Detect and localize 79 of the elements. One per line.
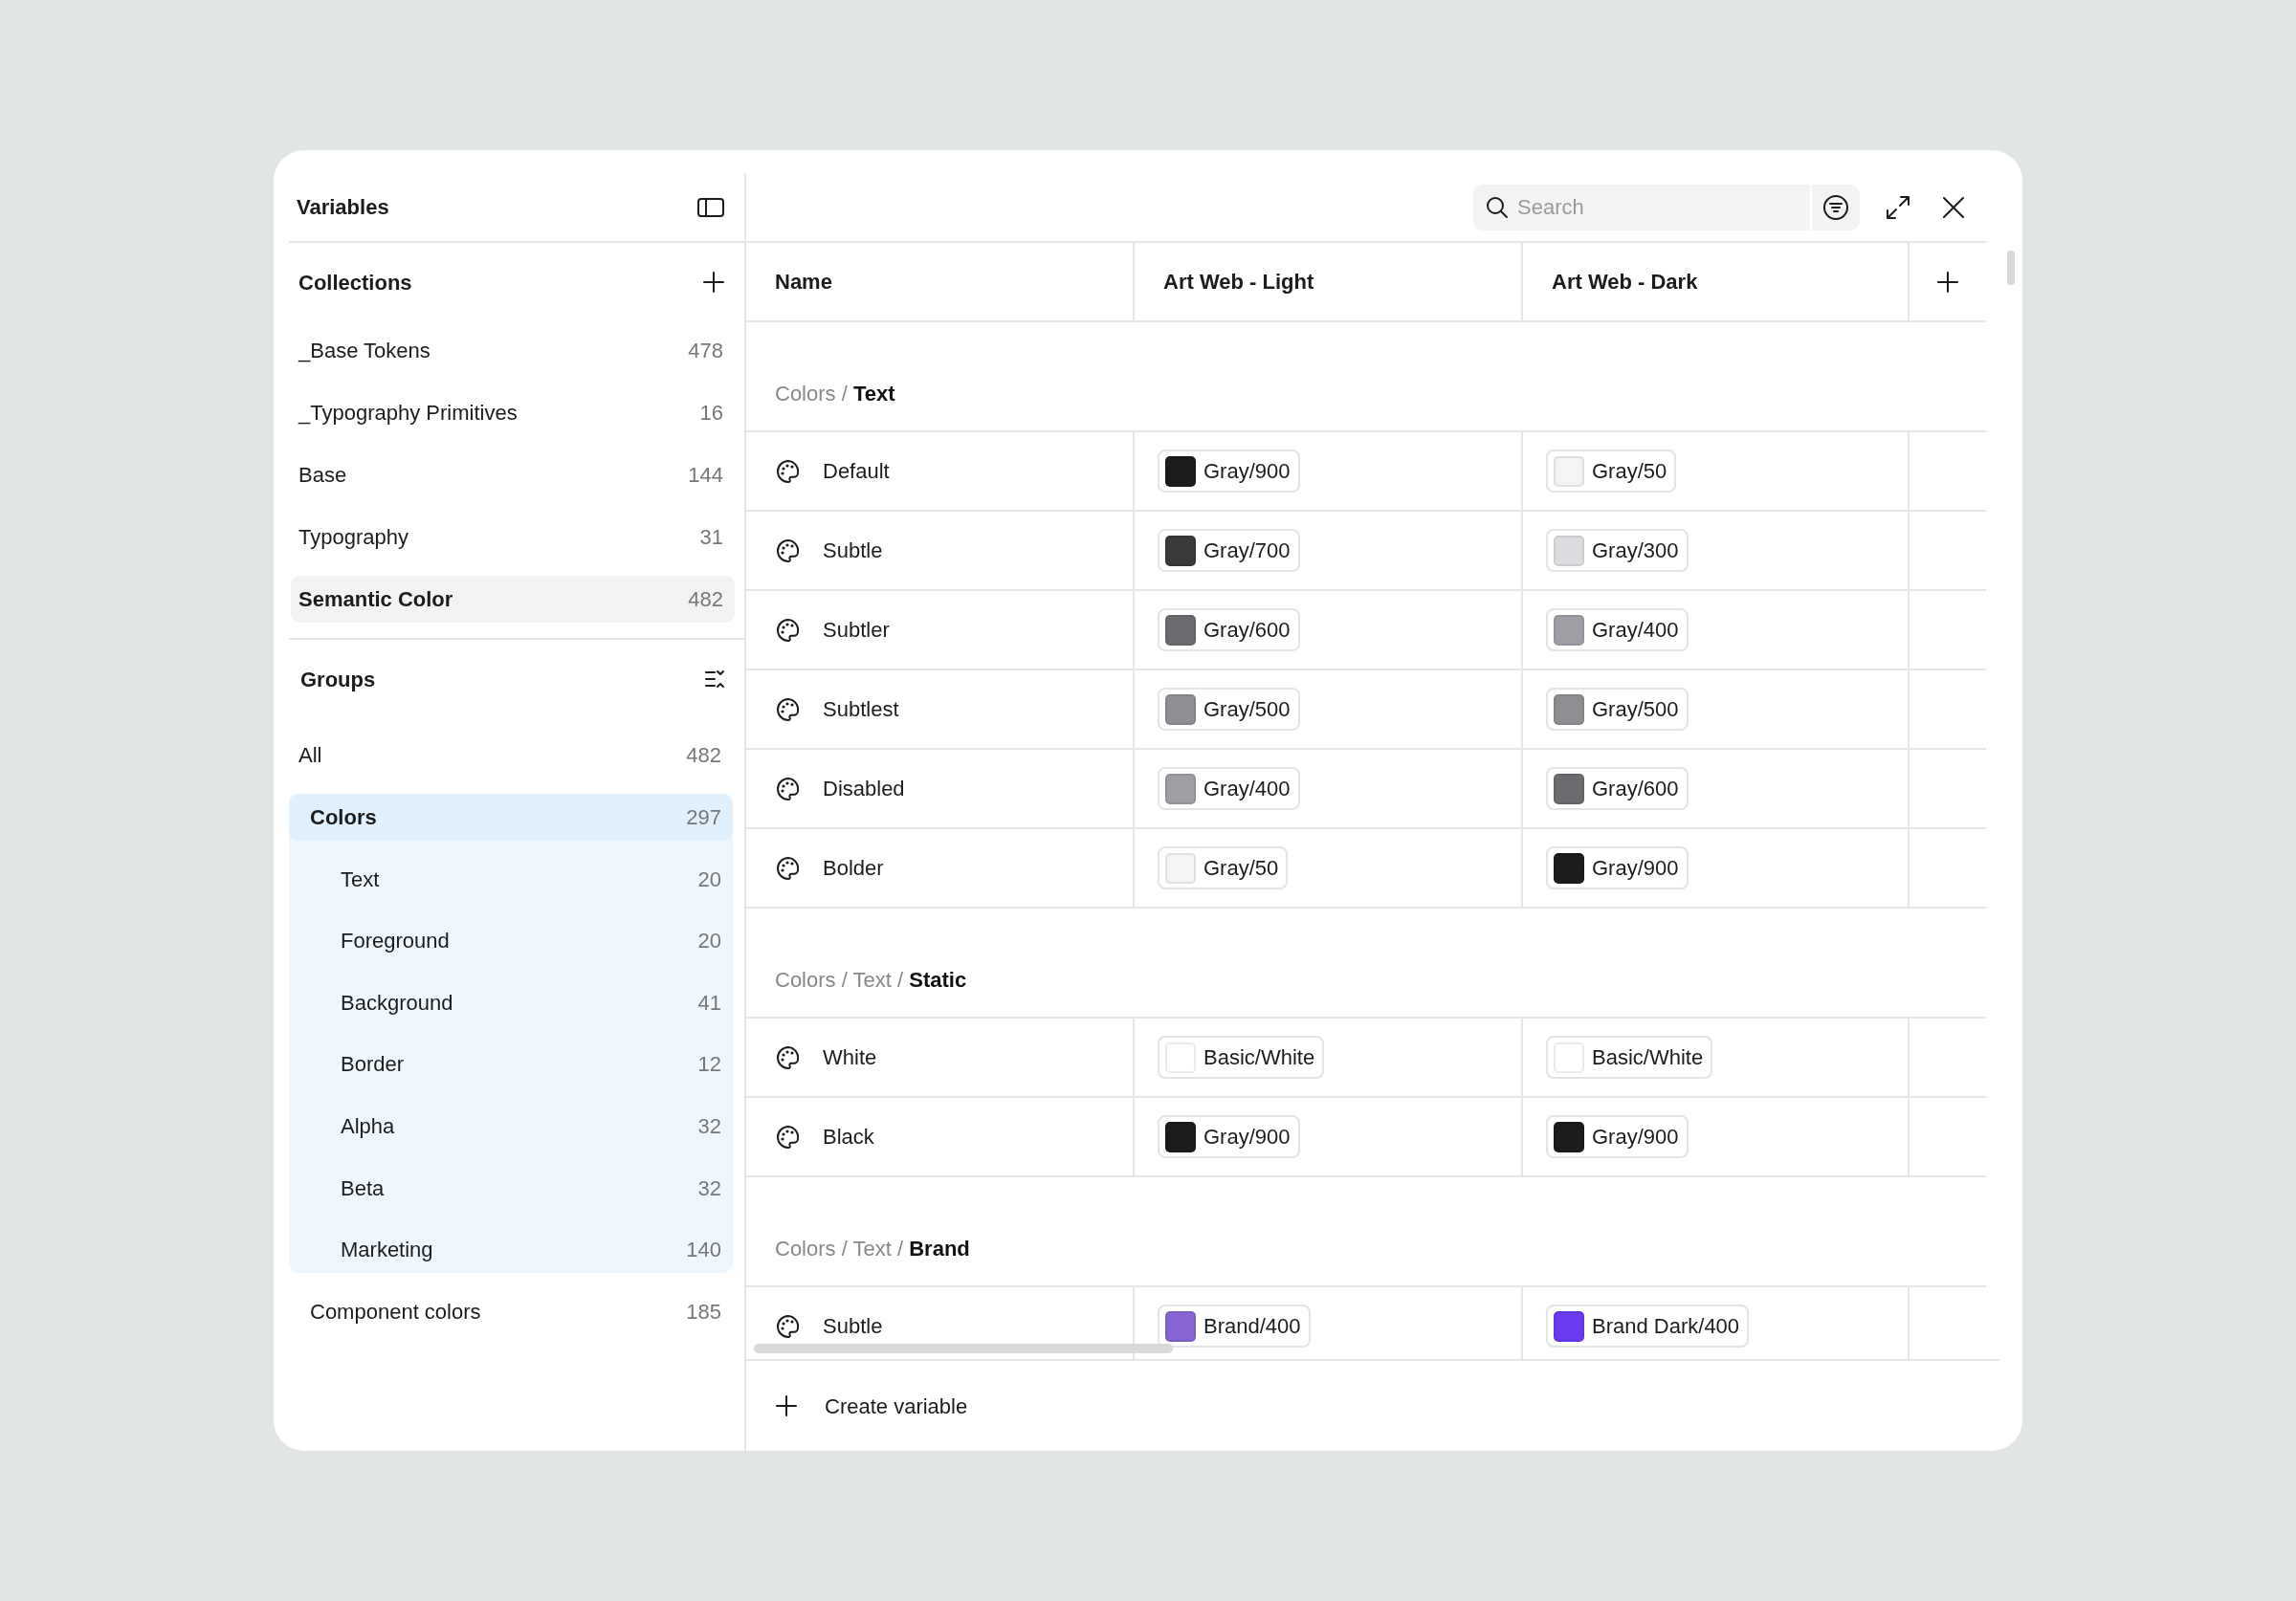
color-value-chip[interactable]: Gray/600 bbox=[1158, 608, 1300, 651]
color-value-chip[interactable]: Brand/400 bbox=[1158, 1305, 1311, 1348]
color-value-chip[interactable]: Gray/900 bbox=[1546, 846, 1689, 889]
plus-icon bbox=[702, 271, 725, 294]
palette-icon bbox=[775, 1312, 802, 1340]
sidebar-icon bbox=[696, 195, 725, 219]
group-item[interactable]: Beta 32 bbox=[289, 1164, 733, 1212]
collection-item[interactable]: Typography 31 bbox=[291, 514, 735, 560]
section-title: Groups bbox=[300, 666, 376, 693]
add-mode-button[interactable] bbox=[1936, 270, 1959, 294]
palette-icon bbox=[775, 775, 802, 802]
color-value-chip[interactable]: Gray/400 bbox=[1158, 767, 1300, 810]
group-item[interactable]: Alpha 32 bbox=[289, 1102, 733, 1150]
palette-icon bbox=[775, 457, 802, 485]
close-button[interactable] bbox=[1942, 195, 1965, 219]
color-value-chip[interactable]: Gray/500 bbox=[1158, 688, 1300, 731]
expand-icon bbox=[1885, 193, 1911, 221]
group-item[interactable]: Colors 297 bbox=[289, 794, 733, 841]
group-item[interactable]: Marketing 140 bbox=[289, 1226, 733, 1274]
color-value-chip[interactable]: Gray/900 bbox=[1546, 1115, 1689, 1158]
color-value-chip[interactable]: Basic/White bbox=[1546, 1036, 1713, 1079]
group-item[interactable]: Text 20 bbox=[289, 855, 733, 903]
sidebar-toggle-button[interactable] bbox=[696, 195, 725, 219]
section-title: Collections bbox=[298, 269, 412, 296]
create-variable-button[interactable]: Create variable bbox=[775, 1390, 968, 1422]
variable-name: Subtler bbox=[823, 617, 890, 644]
color-value-chip[interactable]: Gray/700 bbox=[1158, 529, 1300, 572]
color-value-chip[interactable]: Gray/50 bbox=[1546, 450, 1677, 493]
variable-name: Bolder bbox=[823, 855, 884, 882]
collection-item[interactable]: _Base Tokens 478 bbox=[291, 327, 735, 374]
collapse-all-button[interactable] bbox=[704, 669, 725, 690]
filter-icon bbox=[1822, 193, 1849, 221]
palette-icon bbox=[775, 854, 802, 882]
color-value-chip[interactable]: Gray/900 bbox=[1158, 450, 1300, 493]
variable-name: Subtlest bbox=[823, 696, 899, 723]
variable-name: Subtle bbox=[823, 537, 883, 564]
window-title: Variables bbox=[297, 194, 389, 221]
column-header: Art Web - Light bbox=[1135, 243, 1523, 322]
group-item[interactable]: Foreground 20 bbox=[289, 917, 733, 965]
variable-name: Subtle bbox=[823, 1313, 883, 1340]
collection-item[interactable]: Base 144 bbox=[291, 451, 735, 498]
search-field[interactable]: Search bbox=[1473, 184, 1810, 230]
variable-name: Default bbox=[823, 458, 890, 485]
color-value-chip[interactable]: Brand Dark/400 bbox=[1546, 1305, 1750, 1348]
group-path: Colors / Text bbox=[775, 381, 895, 407]
variable-name: Disabled bbox=[823, 776, 905, 802]
collection-item[interactable]: _Typography Primitives 16 bbox=[291, 389, 735, 436]
group-item[interactable]: Component colors 185 bbox=[289, 1288, 733, 1336]
color-value-chip[interactable]: Gray/900 bbox=[1158, 1115, 1300, 1158]
group-item[interactable]: All 482 bbox=[289, 732, 733, 779]
palette-icon bbox=[775, 616, 802, 644]
group-item[interactable]: Border 12 bbox=[289, 1041, 733, 1088]
plus-icon bbox=[775, 1394, 798, 1417]
color-value-chip[interactable]: Gray/300 bbox=[1546, 529, 1689, 572]
close-icon bbox=[1942, 195, 1965, 219]
color-value-chip[interactable]: Gray/400 bbox=[1546, 608, 1689, 651]
variable-name: Black bbox=[823, 1124, 874, 1151]
vertical-scrollbar[interactable] bbox=[2007, 251, 2015, 285]
palette-icon bbox=[775, 695, 802, 723]
palette-icon bbox=[775, 1123, 802, 1151]
column-header: Name bbox=[746, 243, 1135, 322]
variable-name: White bbox=[823, 1044, 877, 1071]
color-value-chip[interactable]: Gray/50 bbox=[1158, 846, 1289, 889]
group-path: Colors / Text / Brand bbox=[775, 1236, 970, 1262]
palette-icon bbox=[775, 537, 802, 564]
color-value-chip[interactable]: Gray/500 bbox=[1546, 688, 1689, 731]
horizontal-scrollbar[interactable] bbox=[754, 1344, 1173, 1353]
collection-item[interactable]: Semantic Color 482 bbox=[291, 576, 735, 623]
color-value-chip[interactable]: Gray/600 bbox=[1546, 767, 1689, 810]
list-collapse-icon bbox=[704, 669, 725, 690]
column-header: Art Web - Dark bbox=[1523, 243, 1910, 322]
group-item[interactable]: Background 41 bbox=[289, 978, 733, 1026]
color-value-chip[interactable]: Basic/White bbox=[1158, 1036, 1325, 1079]
group-path: Colors / Text / Static bbox=[775, 967, 967, 994]
plus-icon bbox=[1936, 270, 1959, 294]
palette-icon bbox=[775, 1043, 802, 1071]
filter-button[interactable] bbox=[1810, 184, 1860, 230]
add-collection-button[interactable] bbox=[702, 271, 725, 294]
expand-button[interactable] bbox=[1885, 193, 1911, 221]
